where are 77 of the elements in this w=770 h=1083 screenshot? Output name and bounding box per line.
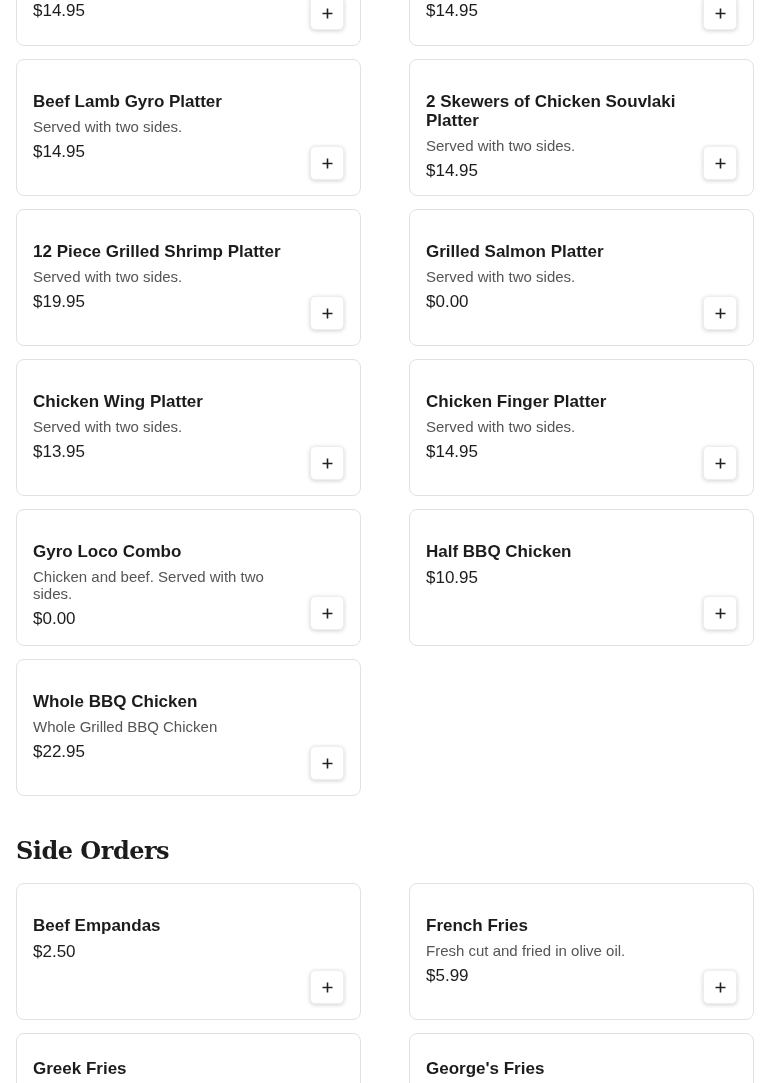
menu-item-card[interactable]: Greek Fries [16, 1033, 361, 1083]
menu-item-card[interactable]: French Fries Fresh cut and fried in olive oil. $5.99 [409, 883, 754, 1020]
item-description: Chicken and beef. Served with two sides. [33, 568, 265, 602]
plus-icon [321, 457, 333, 469]
item-name: Greek Fries [33, 1059, 127, 1078]
item-name: Half BBQ Chicken [426, 542, 572, 561]
item-description: Served with two sides. [33, 418, 184, 435]
menu-item-card[interactable]: Chicken Wing Platter Served with two sides. $13.95 [16, 359, 361, 496]
item-name: Beef Lamb Gyro Platter [33, 92, 222, 111]
item-description: Served with two sides. [33, 118, 184, 135]
item-price: $0.00 [426, 292, 470, 312]
item-price: $14.95 [426, 161, 479, 181]
item-price: $14.95 [33, 142, 86, 162]
item-name: Chicken Wing Platter [33, 392, 203, 411]
add-button[interactable] [703, 446, 737, 480]
plus-icon [321, 7, 333, 19]
menu-item-card[interactable]: $14.95 [409, 0, 754, 46]
item-price: $0.00 [33, 609, 77, 629]
plus-icon [321, 157, 333, 169]
plus-icon [714, 981, 726, 993]
add-button[interactable] [310, 146, 344, 180]
item-price: $14.95 [426, 442, 479, 462]
add-button[interactable] [310, 970, 344, 1004]
item-description: Whole Grilled BBQ Chicken [33, 718, 218, 735]
item-name: 2 Skewers of Chicken Souvlaki Platter [426, 92, 677, 130]
plus-icon [714, 307, 726, 319]
menu-item-card[interactable]: 12 Piece Grilled Shrimp Platter Served with two sides. $19.95 [16, 209, 361, 346]
menu-item-card[interactable]: Gyro Loco Combo Chicken and beef. Served with two sides. $0.00 [16, 509, 361, 646]
item-name: Beef Empandas [33, 916, 161, 935]
add-button[interactable] [310, 746, 344, 780]
item-name: 12 Piece Grilled Shrimp Platter [33, 242, 281, 261]
menu-item-card[interactable]: $14.95 [16, 0, 361, 46]
add-button[interactable] [310, 596, 344, 630]
add-button[interactable] [703, 970, 737, 1004]
menu-item-card[interactable]: Whole BBQ Chicken Whole Grilled BBQ Chicken $22.95 [16, 659, 361, 796]
item-price: $5.99 [426, 966, 470, 986]
add-button[interactable] [703, 296, 737, 330]
plus-icon [714, 607, 726, 619]
item-name: Whole BBQ Chicken [33, 692, 199, 711]
item-price: $14.95 [426, 1, 478, 21]
plus-icon [714, 7, 726, 19]
item-description: Fresh cut and fried in olive oil. [426, 942, 626, 959]
plus-icon [714, 457, 726, 469]
add-button[interactable] [703, 146, 737, 180]
item-description: Served with two sides. [426, 268, 577, 285]
item-price: $2.50 [33, 942, 77, 962]
item-price: $19.95 [33, 292, 86, 312]
add-button[interactable] [310, 446, 344, 480]
item-name: French Fries [426, 916, 530, 935]
plus-icon [321, 307, 333, 319]
item-price: $10.95 [426, 568, 479, 588]
item-name: Gyro Loco Combo [33, 542, 183, 561]
menu-item-card[interactable]: 2 Skewers of Chicken Souvlaki Platter Served with two sides. $14.95 [409, 59, 754, 196]
menu-item-card[interactable]: Beef Empandas $2.50 [16, 883, 361, 1020]
add-button[interactable] [703, 596, 737, 630]
item-price: $22.95 [33, 742, 86, 762]
menu-item-card[interactable]: Grilled Salmon Platter Served with two sides. $0.00 [409, 209, 754, 346]
plus-icon [321, 607, 333, 619]
item-price: $13.95 [33, 442, 86, 462]
plus-icon [714, 157, 726, 169]
item-name: George's Fries [426, 1059, 545, 1078]
add-button[interactable] [703, 0, 737, 30]
menu-item-card[interactable]: Beef Lamb Gyro Platter Served with two sides. $14.95 [16, 59, 361, 196]
add-button[interactable] [310, 0, 344, 30]
menu-item-card[interactable]: George's Fries [409, 1033, 754, 1083]
plus-icon [321, 757, 333, 769]
item-name: Grilled Salmon Platter [426, 242, 604, 261]
menu-item-card[interactable]: Half BBQ Chicken $10.95 [409, 509, 754, 646]
item-description: Served with two sides. [33, 268, 184, 285]
plus-icon [321, 981, 333, 993]
item-description: Served with two sides. [426, 418, 577, 435]
item-description: Served with two sides. [426, 137, 577, 154]
section-heading: Side Orders [16, 836, 171, 866]
menu-item-card[interactable]: Chicken Finger Platter Served with two sides. $14.95 [409, 359, 754, 496]
item-price: $14.95 [33, 1, 85, 21]
add-button[interactable] [310, 296, 344, 330]
item-name: Chicken Finger Platter [426, 392, 607, 411]
